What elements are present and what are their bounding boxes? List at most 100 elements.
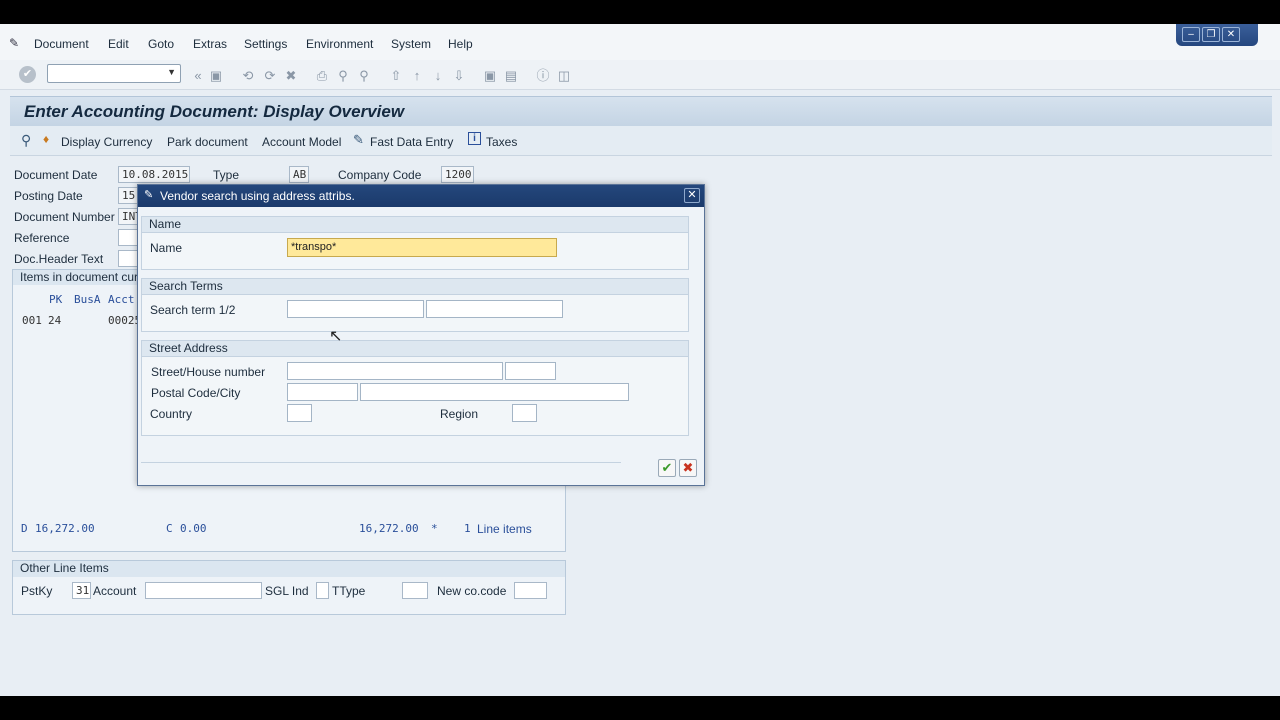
fast-entry-icon: ✎ bbox=[353, 132, 364, 147]
command-field[interactable]: ▼ bbox=[47, 64, 181, 83]
confirm-icon[interactable]: ✔ bbox=[658, 459, 676, 477]
chevron-down-icon[interactable]: ▼ bbox=[167, 67, 176, 77]
type-label: Type bbox=[213, 168, 240, 182]
next-page-icon[interactable]: ↓ bbox=[430, 68, 446, 84]
column-acct: Acct bbox=[108, 293, 135, 306]
taxes-button[interactable]: Taxes bbox=[486, 135, 517, 149]
enter-icon[interactable]: ✔ bbox=[19, 66, 36, 83]
account-model-button[interactable]: Account Model bbox=[262, 135, 341, 149]
document-date-label: Document Date bbox=[14, 168, 98, 182]
account-label: Account bbox=[93, 584, 137, 598]
menu-settings[interactable]: Settings bbox=[244, 37, 287, 51]
menu-document[interactable]: Document bbox=[34, 37, 89, 51]
save-icon[interactable]: ▣ bbox=[208, 68, 224, 84]
bottom-bar bbox=[0, 696, 1280, 720]
help-icon[interactable]: ⓘ bbox=[535, 68, 551, 84]
exit-icon[interactable]: ⟳ bbox=[262, 68, 278, 84]
menu-icon[interactable]: ✎ bbox=[9, 36, 19, 50]
shortcut-icon[interactable]: ▤ bbox=[503, 68, 519, 84]
document-number-label: Document Number bbox=[14, 210, 115, 224]
cancel-icon[interactable]: ✖ bbox=[283, 68, 299, 84]
new-session-icon[interactable]: ▣ bbox=[482, 68, 498, 84]
country-field[interactable] bbox=[287, 404, 312, 422]
name-label: Name bbox=[150, 241, 183, 255]
menu-system[interactable]: System bbox=[391, 37, 431, 51]
street-address-group-title: Street Address bbox=[142, 341, 688, 357]
menu-edit[interactable]: Edit bbox=[108, 37, 129, 51]
screen-title: Enter Accounting Document: Display Overv… bbox=[24, 102, 405, 121]
ttype-label: TType bbox=[332, 584, 366, 598]
last-page-icon[interactable]: ⇩ bbox=[451, 68, 467, 84]
name-group-title: Name bbox=[142, 217, 688, 233]
previous-page-icon[interactable]: ↑ bbox=[409, 68, 425, 84]
search-term-2-field[interactable] bbox=[426, 300, 563, 318]
mouse-cursor-icon: ↖ bbox=[329, 328, 343, 345]
credit-total: 0.00 bbox=[180, 522, 207, 535]
cancel-icon[interactable]: ✖ bbox=[679, 459, 697, 477]
vendor-search-dialog: ✎ Vendor search using address attribs. ✕… bbox=[137, 184, 705, 486]
layout-icon[interactable]: ◫ bbox=[556, 68, 572, 84]
menu-environment[interactable]: Environment bbox=[306, 37, 373, 51]
line-count: 1 bbox=[464, 522, 471, 535]
name-group: Name Name *transpo* bbox=[141, 216, 689, 270]
menu-extras[interactable]: Extras bbox=[193, 37, 227, 51]
pstky-field[interactable]: 31 bbox=[72, 582, 91, 599]
column-pk: PK bbox=[49, 293, 63, 306]
first-page-icon[interactable]: ⇧ bbox=[388, 68, 404, 84]
park-document-button[interactable]: Park document bbox=[167, 135, 248, 149]
document-date-field[interactable]: 10.08.2015 bbox=[118, 166, 190, 183]
menu-goto[interactable]: Goto bbox=[148, 37, 174, 51]
company-code-field[interactable]: 1200 bbox=[441, 166, 474, 183]
street-address-group: Street Address Street/House number Posta… bbox=[141, 340, 689, 436]
postal-code-field[interactable] bbox=[287, 383, 358, 401]
close-icon[interactable]: ✕ bbox=[1222, 27, 1240, 42]
account-field[interactable] bbox=[145, 582, 262, 599]
dialog-close-icon[interactable]: ✕ bbox=[684, 188, 700, 203]
city-field[interactable] bbox=[360, 383, 629, 401]
country-label: Country bbox=[150, 407, 193, 421]
search-term-1-field[interactable] bbox=[287, 300, 424, 318]
system-toolbar: ✔ « ▣ ⟲ ⟳ ✖ ⎙ ⚲ ⚲ ⇧ ↑ ↓ ⇩ ▣ ▤ ⓘ ◫ bbox=[0, 60, 1280, 90]
balance-indicator: * bbox=[431, 522, 438, 535]
column-busa: BusA bbox=[74, 293, 101, 306]
find-next-icon[interactable]: ⚲ bbox=[356, 68, 372, 84]
posting-date-label: Posting Date bbox=[14, 189, 83, 203]
sgl-ind-field[interactable] bbox=[316, 582, 329, 599]
reference-label: Reference bbox=[14, 231, 70, 245]
menu-bar: ✎ Document Edit Goto Extras Settings Env… bbox=[0, 24, 1280, 60]
menu-help[interactable]: Help bbox=[448, 37, 473, 51]
dialog-title-bar: ✎ Vendor search using address attribs. ✕ bbox=[138, 185, 704, 207]
currency-icon: ♦ bbox=[43, 132, 50, 146]
other-line-items-title: Other Line Items bbox=[20, 561, 109, 575]
balance-total: 16,272.00 bbox=[359, 522, 419, 535]
minimize-icon[interactable]: – bbox=[1182, 27, 1200, 42]
region-field[interactable] bbox=[512, 404, 537, 422]
credit-label: C bbox=[166, 522, 173, 535]
dialog-window-icon: ✎ bbox=[144, 189, 154, 201]
search-icon[interactable]: ⚲ bbox=[21, 132, 31, 149]
info-icon: i bbox=[468, 132, 481, 145]
back-icon[interactable]: ⟲ bbox=[240, 68, 256, 84]
street-label: Street/House number bbox=[151, 365, 266, 379]
search-terms-group: Search Terms Search term 1/2 bbox=[141, 278, 689, 332]
name-field[interactable]: *transpo* bbox=[287, 238, 557, 257]
restore-icon[interactable]: ❐ bbox=[1202, 27, 1220, 42]
row-pk[interactable]: 24 bbox=[48, 314, 61, 327]
street-field[interactable] bbox=[287, 362, 503, 380]
debit-label: D bbox=[21, 522, 28, 535]
row-number[interactable]: 001 bbox=[22, 314, 42, 327]
ttype-field[interactable] bbox=[402, 582, 428, 599]
fast-data-entry-button[interactable]: Fast Data Entry bbox=[370, 135, 453, 149]
back-arrows-icon: « bbox=[194, 68, 202, 83]
screen-title-bar: Enter Accounting Document: Display Overv… bbox=[10, 96, 1272, 126]
print-icon[interactable]: ⎙ bbox=[314, 68, 330, 84]
line-items-label: Line items bbox=[477, 522, 532, 536]
search-term-label: Search term 1/2 bbox=[150, 303, 236, 317]
sap-window: ✎ Document Edit Goto Extras Settings Env… bbox=[0, 24, 1280, 696]
house-number-field[interactable] bbox=[505, 362, 556, 380]
new-cocode-field[interactable] bbox=[514, 582, 547, 599]
type-field[interactable]: AB bbox=[289, 166, 309, 183]
display-currency-button[interactable]: Display Currency bbox=[61, 135, 152, 149]
postal-city-label: Postal Code/City bbox=[151, 386, 241, 400]
find-icon[interactable]: ⚲ bbox=[335, 68, 351, 84]
